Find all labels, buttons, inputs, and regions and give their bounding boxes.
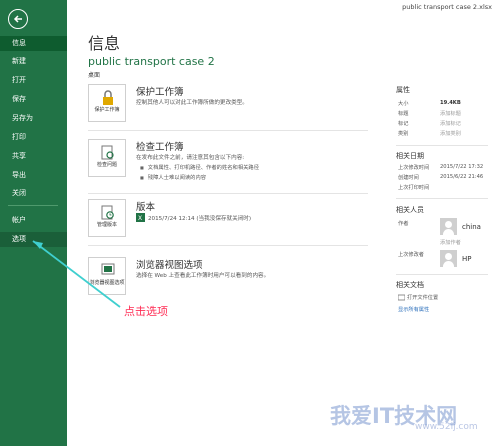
- annotation-arrow: [32, 240, 121, 308]
- annotation-text: 点击选项: [124, 305, 168, 318]
- watermark-url: www.52ij.com: [415, 422, 478, 432]
